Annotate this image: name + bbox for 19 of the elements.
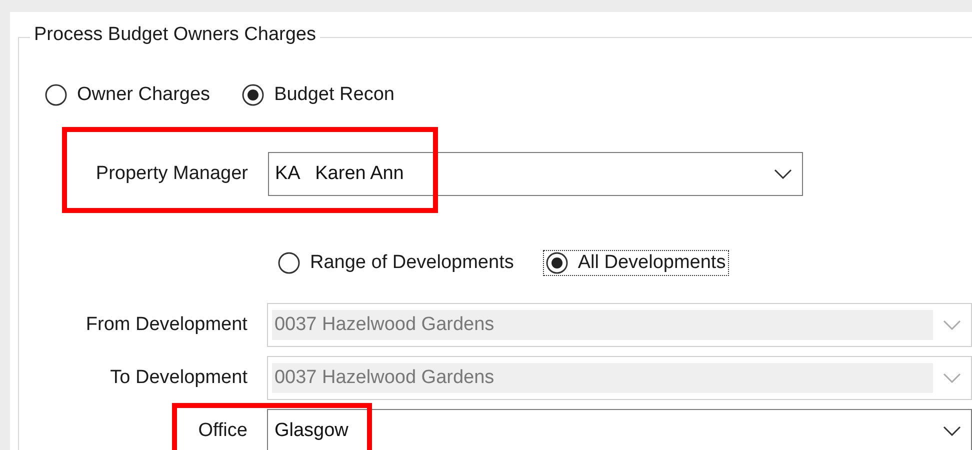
chevron-down-icon: [774, 169, 792, 179]
field-label: Office: [197, 420, 248, 442]
dropdown-field[interactable]: KA Karen Ann: [268, 152, 803, 196]
radio-option[interactable]: All Developments: [542, 250, 729, 276]
dropdown-field[interactable]: Glasgow: [267, 409, 972, 450]
radio-option[interactable]: Owner Charges: [42, 82, 214, 108]
group-title: Process Budget Owners Charges: [30, 24, 320, 46]
field-label: From Development: [84, 314, 248, 336]
chevron-down-icon: [943, 373, 961, 383]
radio-icon: [278, 252, 300, 274]
field-label: To Development: [109, 367, 248, 389]
chevron-down-icon: [943, 320, 961, 330]
radio-option[interactable]: Range of Developments: [275, 250, 517, 276]
radio-icon: [45, 84, 67, 106]
chevron-down-icon: [943, 426, 961, 436]
radio-icon: [546, 252, 568, 274]
radio-option[interactable]: Budget Recon: [239, 82, 398, 108]
radio-icon: [242, 84, 264, 106]
field-label: Property Manager: [94, 163, 248, 185]
